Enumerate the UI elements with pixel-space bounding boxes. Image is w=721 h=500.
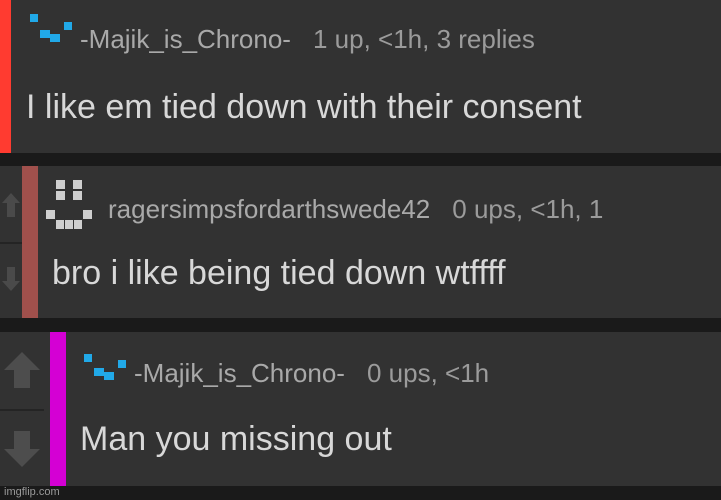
up-arrow-icon: [2, 193, 20, 217]
down-arrow-icon: [2, 267, 20, 291]
comment: -Majik_is_Chrono- 1 up, <1h, 3 replies I …: [0, 0, 721, 153]
comment-text: I like em tied down with their consent: [26, 88, 582, 126]
pixel-avatar-icon[interactable]: [84, 354, 128, 384]
downvote-button[interactable]: [0, 242, 22, 318]
username-link[interactable]: ragersimpsfordarthswede42: [108, 194, 430, 224]
comment: ragersimpsfordarthswede42 0 ups, <1h, 1 b…: [0, 166, 721, 318]
comment-accent-bar: [50, 332, 66, 486]
comment-meta: -Majik_is_Chrono- 1 up, <1h, 3 replies: [80, 24, 535, 55]
comment-stats: 0 ups, <1h: [366, 358, 490, 388]
upvote-button[interactable]: [0, 332, 44, 409]
comment-accent-bar: [22, 166, 38, 318]
comment-stats: 0 ups, <1h, 1: [452, 194, 604, 224]
comment: -Majik_is_Chrono- 0 ups, <1h Man you miss…: [0, 332, 721, 486]
watermark: imgflip.com: [4, 486, 60, 498]
down-arrow-icon: [4, 430, 40, 467]
smiley-pixel-avatar-icon[interactable]: [46, 180, 92, 234]
comment-text: bro i like being tied down wtffff: [52, 254, 506, 292]
comment-accent-bar: [0, 0, 11, 153]
username-link[interactable]: -Majik_is_Chrono-: [134, 358, 345, 388]
comment-meta: -Majik_is_Chrono- 0 ups, <1h: [134, 358, 489, 389]
comment-meta: ragersimpsfordarthswede42 0 ups, <1h, 1: [108, 194, 603, 225]
up-arrow-icon: [4, 351, 40, 388]
downvote-button[interactable]: [0, 409, 44, 486]
upvote-button[interactable]: [0, 166, 22, 242]
comment-text: Man you missing out: [80, 420, 392, 458]
pixel-avatar-icon[interactable]: [30, 14, 74, 44]
username-link[interactable]: -Majik_is_Chrono-: [80, 24, 291, 54]
vote-column: [0, 332, 44, 486]
comment-stats: 1 up, <1h, 3 replies: [312, 24, 535, 54]
vote-column: [0, 166, 22, 318]
